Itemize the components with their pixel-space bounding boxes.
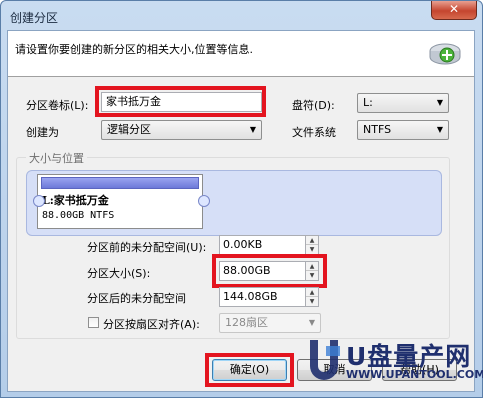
- dialog-header: 请设置你要创建的新分区的相关大小,位置等信息.: [8, 31, 474, 77]
- partition-right-handle[interactable]: [198, 195, 210, 207]
- spin-up-icon[interactable]: ▲: [306, 236, 318, 245]
- partition-left-handle[interactable]: [33, 195, 45, 207]
- partition-size-label: 分区大小(S):: [87, 267, 151, 280]
- dropdown-arrow-icon: ▼: [436, 125, 443, 134]
- sector-align-select[interactable]: 128扇区 ▼: [219, 313, 321, 333]
- volume-label-label: 分区卷标(L):: [26, 99, 89, 112]
- title-bar[interactable]: 创建分区 ✕: [1, 1, 482, 31]
- dropdown-arrow-icon: ▼: [308, 318, 315, 327]
- header-text: 请设置你要创建的新分区的相关大小,位置等信息.: [15, 43, 253, 56]
- unallocated-before-value[interactable]: 0.00KB: [219, 235, 306, 255]
- unallocated-after-value[interactable]: 144.08GB: [219, 287, 306, 307]
- drive-letter-select[interactable]: L: ▼: [357, 93, 449, 113]
- close-icon: ✕: [448, 2, 460, 16]
- partition-name: L:家书抵万金: [42, 194, 109, 207]
- drive-letter-label: 盘符(D):: [292, 99, 335, 112]
- file-system-select[interactable]: NTFS ▼: [357, 120, 449, 140]
- close-button[interactable]: ✕: [431, 1, 477, 20]
- highlight-partition-size: [212, 254, 327, 288]
- create-as-label: 创建为: [26, 126, 59, 139]
- file-system-value: NTFS: [363, 123, 392, 136]
- sector-align-checkbox[interactable]: [88, 317, 99, 328]
- dropdown-arrow-icon: ▼: [249, 125, 256, 134]
- watermark-url: WWW.UPANTOOL.COM: [346, 368, 483, 381]
- highlight-ok-button: [205, 353, 294, 387]
- disk-add-icon: [429, 43, 461, 65]
- spinner-arrows: ▲ ▼: [306, 235, 319, 255]
- unallocated-before-label: 分区前的未分配空间(U):: [87, 241, 207, 254]
- highlight-volume-label: [95, 86, 266, 117]
- spinner-arrows: ▲ ▼: [306, 287, 319, 307]
- size-position-group-title: 大小与位置: [26, 150, 87, 166]
- sector-align-value: 128扇区: [225, 316, 268, 329]
- spin-up-icon[interactable]: ▲: [306, 288, 318, 297]
- spin-down-icon[interactable]: ▼: [306, 297, 318, 306]
- create-as-value: 逻辑分区: [107, 123, 151, 136]
- sector-align-label: 分区按扇区对齐(A):: [103, 318, 200, 331]
- window-title: 创建分区: [10, 11, 59, 25]
- drive-letter-value: L:: [363, 96, 373, 109]
- file-system-label: 文件系统: [292, 126, 336, 139]
- create-as-select[interactable]: 逻辑分区 ▼: [101, 120, 262, 140]
- partition-block[interactable]: L:家书抵万金 88.00GB NTFS: [37, 174, 203, 229]
- dropdown-arrow-icon: ▼: [436, 98, 443, 107]
- partition-info: 88.00GB NTFS: [42, 210, 115, 221]
- spin-down-icon[interactable]: ▼: [306, 245, 318, 254]
- usb-logo-icon: [310, 340, 340, 380]
- unallocated-after-label: 分区后的未分配空间: [87, 292, 186, 305]
- site-watermark: U盘量产网 WWW.UPANTOOL.COM: [300, 334, 483, 390]
- partition-usage-bar: [41, 177, 199, 189]
